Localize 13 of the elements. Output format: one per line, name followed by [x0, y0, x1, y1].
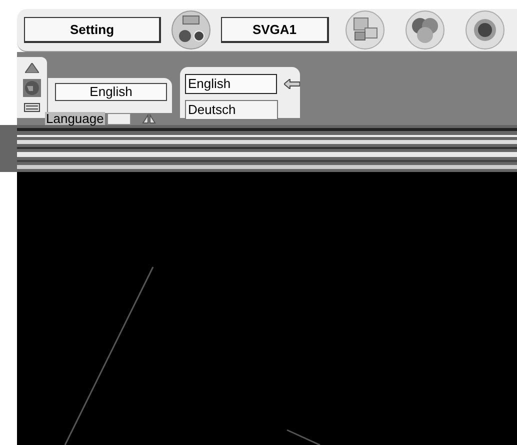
color-icon[interactable] [405, 10, 445, 50]
language-option[interactable]: English [185, 74, 278, 94]
current-value: English [55, 83, 167, 101]
lens-icon[interactable] [465, 10, 505, 50]
source-label: SVGA1 [221, 17, 329, 43]
menu-item-label[interactable]: Language [45, 112, 105, 125]
language-option[interactable]: Deutsch [185, 100, 278, 120]
menu-label: Setting [24, 17, 161, 43]
display-icon[interactable] [345, 10, 385, 50]
pointer-arrow-icon [284, 79, 300, 89]
left-right-arrows-icon[interactable] [140, 114, 157, 124]
up-arrow-icon[interactable] [25, 63, 39, 73]
keyboard-icon [24, 103, 40, 112]
